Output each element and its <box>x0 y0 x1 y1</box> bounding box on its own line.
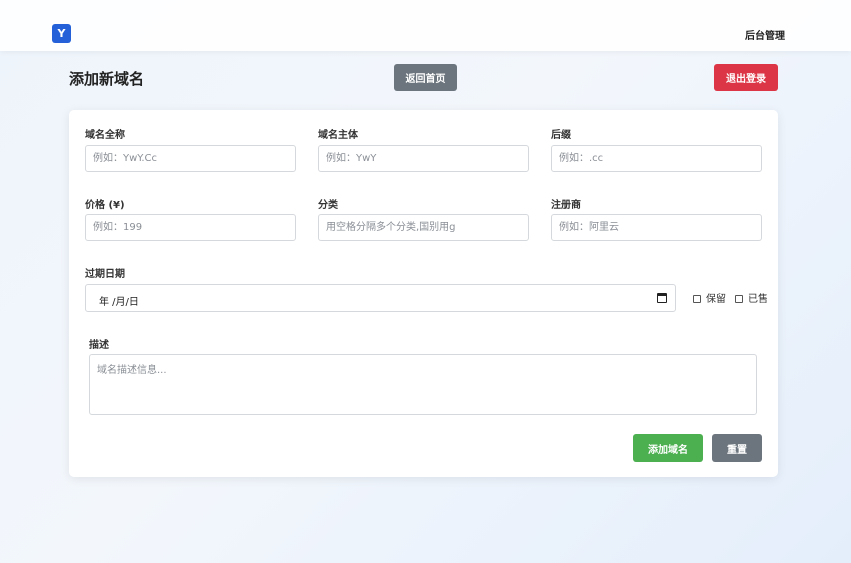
reserved-checkbox[interactable]: 保留 <box>693 290 726 305</box>
expiry-date-label: 过期日期 <box>85 269 125 280</box>
add-domain-button[interactable]: 添加域名 <box>633 434 703 462</box>
price-input[interactable] <box>85 214 296 241</box>
registrar-input[interactable] <box>551 214 762 241</box>
calendar-icon[interactable] <box>657 293 667 303</box>
price-label: 价格 (¥) <box>85 200 125 211</box>
suffix-label: 后缀 <box>551 130 571 141</box>
domain-body-label: 域名主体 <box>318 130 358 141</box>
category-input[interactable] <box>318 214 529 241</box>
sold-checkbox-label: 已售 <box>748 294 768 305</box>
description-textarea[interactable] <box>89 354 757 415</box>
top-navbar: Y 后台管理 <box>0 0 851 51</box>
expiry-date-value: 年 /月/日 <box>99 297 139 308</box>
admin-link[interactable]: 后台管理 <box>745 27 785 42</box>
add-domain-form-card: 域名全称 域名主体 后缀 价格 (¥) 分类 注册商 过期日期 年 /月/日 保… <box>69 110 778 477</box>
expiry-date-input[interactable]: 年 /月/日 <box>85 284 676 312</box>
logout-button[interactable]: 退出登录 <box>714 64 778 91</box>
suffix-input[interactable] <box>551 145 762 172</box>
registrar-label: 注册商 <box>551 200 581 211</box>
logo-icon[interactable]: Y <box>52 24 71 43</box>
description-label: 描述 <box>89 340 109 351</box>
reset-button[interactable]: 重置 <box>712 434 762 462</box>
category-label: 分类 <box>318 200 338 211</box>
full-domain-label: 域名全称 <box>85 130 125 141</box>
full-domain-input[interactable] <box>85 145 296 172</box>
sold-checkbox-box[interactable] <box>735 295 743 303</box>
reserved-checkbox-box[interactable] <box>693 295 701 303</box>
reserved-checkbox-label: 保留 <box>706 294 726 305</box>
domain-body-input[interactable] <box>318 145 529 172</box>
back-home-button[interactable]: 返回首页 <box>394 64 457 91</box>
sold-checkbox[interactable]: 已售 <box>735 290 768 305</box>
page-title: 添加新域名 <box>69 70 145 88</box>
